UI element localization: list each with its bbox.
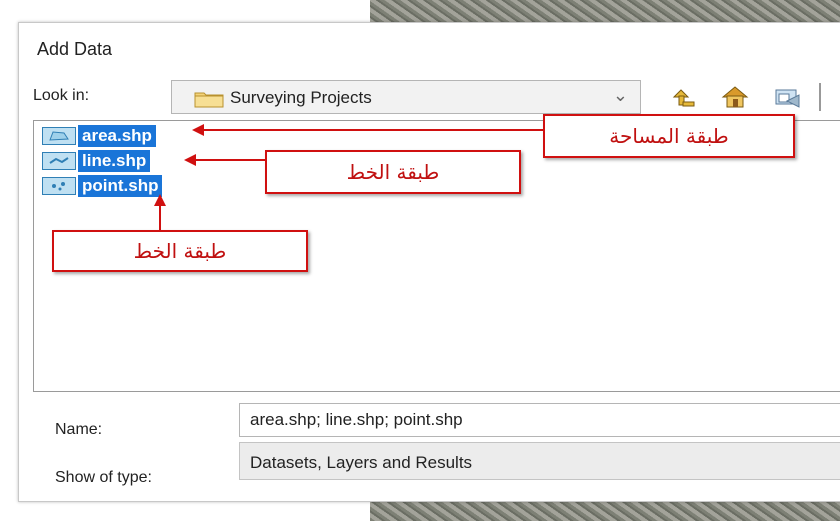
annotation-callout: طبقة المساحة (543, 114, 795, 158)
annotation-callout: طبقة الخط (52, 230, 308, 272)
annotation-callout: طبقة الخط (265, 150, 521, 194)
